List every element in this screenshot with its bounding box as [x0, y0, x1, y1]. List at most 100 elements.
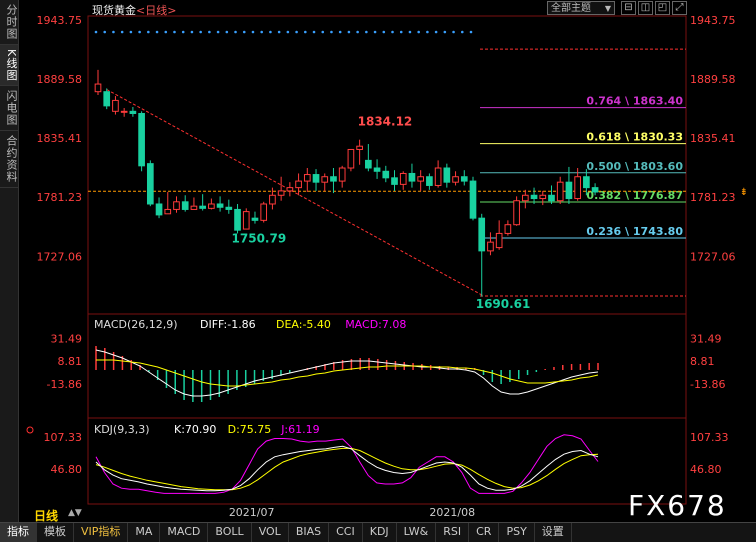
- current-price-arrow-icon: ⇟: [740, 187, 748, 198]
- tab-vol[interactable]: VOL: [252, 523, 289, 542]
- macd-y-tick-right: 8.81: [690, 355, 715, 368]
- tab-cci[interactable]: CCI: [329, 523, 363, 542]
- candle-body: [190, 205, 198, 210]
- fib-label: 0.764 \ 1863.40: [586, 95, 683, 108]
- candle-body: [356, 145, 363, 150]
- candle-body: [556, 181, 564, 202]
- candle-body: [521, 194, 529, 202]
- candle-body: [225, 206, 233, 210]
- candle-body: [94, 83, 102, 93]
- period-subtitle: <日线>: [136, 4, 177, 17]
- candle-body: [181, 201, 189, 210]
- tab-template[interactable]: 模板: [37, 523, 74, 542]
- split-icon[interactable]: ◫: [638, 1, 653, 15]
- marker-dot: [190, 30, 194, 34]
- candle-body: [199, 205, 206, 209]
- marker-dot: [408, 30, 412, 34]
- tab-ma[interactable]: MA: [128, 523, 161, 542]
- candle-body: [338, 167, 346, 182]
- candle-body: [434, 167, 442, 186]
- tab-vip-indicators[interactable]: VIP指标: [74, 523, 129, 542]
- tab-lw[interactable]: LW&: [397, 523, 437, 542]
- candle-body: [347, 148, 355, 169]
- marker-dot: [208, 30, 211, 34]
- marker-dot: [216, 30, 220, 34]
- candle-body: [417, 176, 425, 182]
- macd-y-tick-right: -13.86: [690, 378, 725, 391]
- kdj-legend: J:61.19: [280, 423, 319, 436]
- price-annotation: 1690.61: [476, 297, 531, 311]
- candle-body: [469, 180, 477, 219]
- theme-select-value: 全部主题: [551, 3, 591, 14]
- tab-bias[interactable]: BIAS: [289, 523, 330, 542]
- marker-dot: [399, 30, 403, 34]
- candle-body: [242, 211, 250, 230]
- marker-dot: [460, 30, 464, 34]
- tab-cr[interactable]: CR: [469, 523, 500, 542]
- candle-body: [539, 194, 547, 200]
- y-tick-left: 1781.23: [37, 191, 83, 204]
- marker-dot: [304, 30, 307, 34]
- instrument-name: 现货黄金: [92, 4, 136, 17]
- y-tick-right: 1835.41: [690, 132, 736, 145]
- candle-body: [312, 174, 320, 183]
- tab-kline[interactable]: K线图: [0, 45, 18, 87]
- candle-body: [120, 110, 128, 113]
- restore-icon[interactable]: ◰: [655, 1, 670, 15]
- candle-body: [373, 167, 381, 172]
- candle-body: [365, 159, 372, 169]
- candle-body: [234, 208, 241, 231]
- marker-dot: [181, 30, 185, 34]
- marker-dot: [452, 30, 455, 34]
- marker-dot: [469, 30, 473, 34]
- macd-y-tick-right: 31.49: [690, 333, 722, 346]
- candle-body: [391, 177, 398, 185]
- tab-rsi[interactable]: RSI: [436, 523, 470, 542]
- marker-dot: [365, 30, 368, 34]
- period-arrows-icon[interactable]: ▲▼: [68, 508, 82, 518]
- x-tick: 2021/07: [229, 506, 275, 519]
- tab-kdj[interactable]: KDJ: [363, 523, 397, 542]
- kdj-legend: D:75.75: [228, 423, 272, 436]
- tab-boll[interactable]: BOLL: [208, 523, 252, 542]
- side-tabs: 分时图 K线图 闪电图 合约资料: [0, 0, 19, 522]
- layout-icon[interactable]: ⊟: [621, 1, 636, 15]
- tab-contract-info[interactable]: 合约资料: [0, 131, 18, 189]
- fib-label: 0.618 \ 1830.33: [586, 131, 683, 144]
- candle-body: [487, 241, 494, 252]
- tab-settings[interactable]: 设置: [535, 523, 572, 542]
- tab-macd[interactable]: MACD: [160, 523, 209, 542]
- tab-flash[interactable]: 闪电图: [0, 86, 18, 132]
- macd-dea-line: [96, 359, 599, 387]
- candle-body: [251, 217, 259, 221]
- marker-dot: [147, 30, 150, 34]
- marker-dot: [295, 30, 298, 34]
- candle-body: [112, 99, 119, 112]
- marker-dot: [242, 30, 246, 34]
- tab-indicators[interactable]: 指标: [0, 523, 37, 542]
- y-tick-right: 1889.58: [690, 73, 736, 86]
- kdj-legend: K:70.90: [174, 423, 216, 436]
- y-tick-left: 1727.06: [37, 250, 83, 263]
- price-annotation: 1750.79: [232, 231, 287, 245]
- y-tick-right: 1781.23: [690, 191, 736, 204]
- macd-y-tick-left: -13.86: [47, 378, 82, 391]
- kdj-title: KDJ(9,3,3): [94, 423, 150, 436]
- candle-body: [478, 217, 486, 252]
- fib-label: 0.236 \ 1743.80: [586, 225, 683, 238]
- candle-body: [146, 163, 154, 205]
- tab-time-share[interactable]: 分时图: [0, 0, 18, 45]
- candle-body: [408, 172, 416, 182]
- marker-dot: [199, 30, 202, 34]
- tab-psy[interactable]: PSY: [499, 523, 535, 542]
- candle-body: [399, 172, 407, 185]
- candle-body: [164, 208, 172, 215]
- macd-title: MACD(26,12,9): [94, 318, 178, 331]
- kdj-k-line: [95, 445, 599, 492]
- marker-dot: [373, 30, 377, 34]
- theme-select[interactable]: 全部主题 ▼: [547, 1, 615, 15]
- marker-dot: [173, 30, 176, 34]
- marker-dot: [269, 30, 272, 34]
- candle-body: [321, 176, 329, 183]
- fullscreen-icon[interactable]: ⤢: [672, 1, 687, 15]
